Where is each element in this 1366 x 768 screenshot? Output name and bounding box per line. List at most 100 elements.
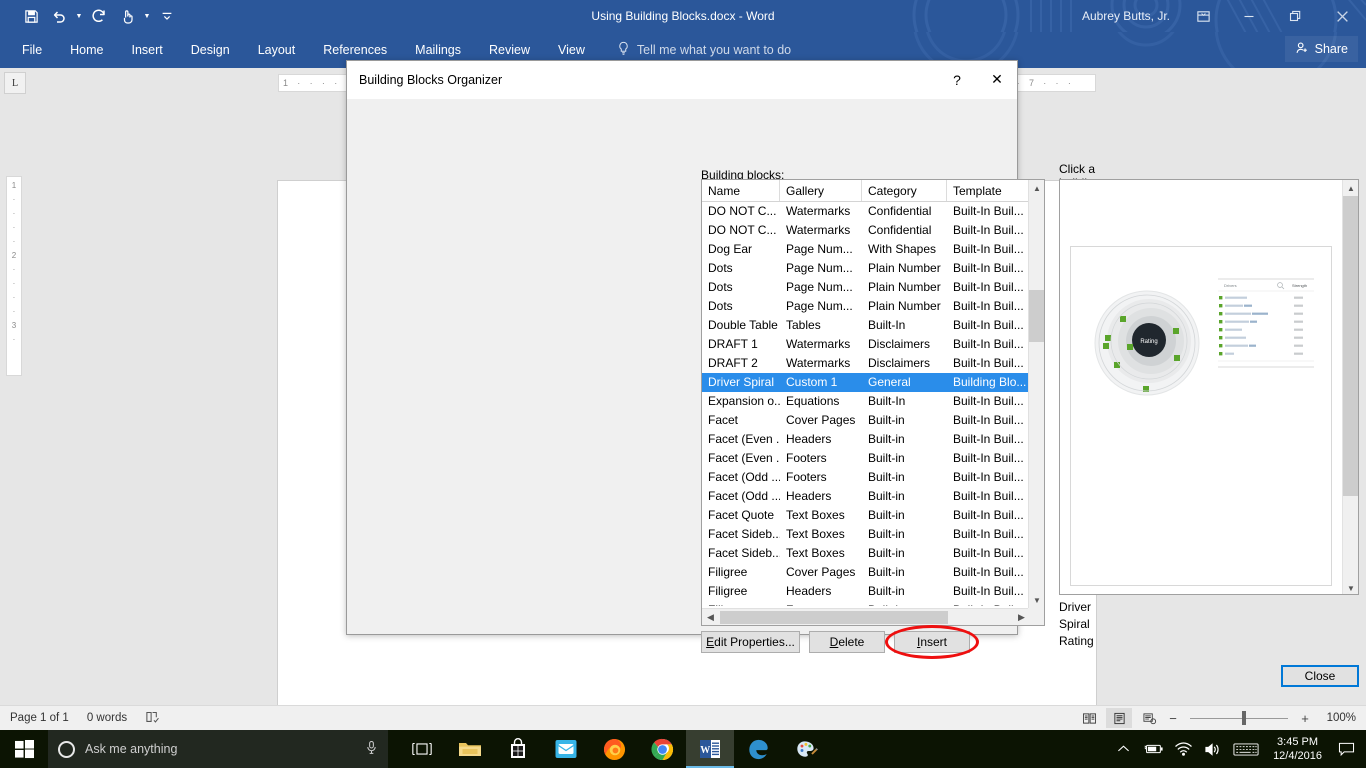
list-vertical-scrollbar[interactable]: ▲ ▼ bbox=[1028, 180, 1044, 608]
table-row[interactable]: Driver SpiralCustom 1GeneralBuilding Blo… bbox=[702, 373, 1044, 392]
table-row[interactable]: DotsPage Num...Plain NumberBuilt-In Buil… bbox=[702, 278, 1044, 297]
word-icon[interactable]: W bbox=[686, 730, 734, 768]
cell-name: Filigree bbox=[702, 563, 780, 582]
taskbar-clock[interactable]: 3:45 PM 12/4/2016 bbox=[1265, 730, 1330, 768]
table-row[interactable]: FiligreeHeadersBuilt-inBuilt-In Buil... bbox=[702, 582, 1044, 601]
zoom-level[interactable]: 100% bbox=[1316, 712, 1356, 724]
cell-template: Built-In Buil... bbox=[947, 411, 1029, 430]
cell-name: DO NOT C... bbox=[702, 202, 780, 221]
cell-template: Built-In Buil... bbox=[947, 354, 1029, 373]
column-header-category[interactable]: Category bbox=[862, 180, 947, 201]
word-status-bar: Page 1 of 1 0 words bbox=[0, 705, 1366, 730]
microsoft-store-icon[interactable] bbox=[494, 730, 542, 768]
list-scroll-thumb[interactable] bbox=[1029, 290, 1045, 342]
scroll-down-icon[interactable]: ▼ bbox=[1029, 592, 1045, 608]
zoom-in-button[interactable]: + bbox=[1298, 711, 1312, 726]
page-indicator[interactable]: Page 1 of 1 bbox=[10, 712, 69, 724]
table-row[interactable]: Facet QuoteText BoxesBuilt-inBuilt-In Bu… bbox=[702, 506, 1044, 525]
volume-icon[interactable] bbox=[1199, 730, 1227, 768]
table-row[interactable]: Facet (Odd ...FootersBuilt-inBuilt-In Bu… bbox=[702, 468, 1044, 487]
column-header-gallery[interactable]: Gallery bbox=[780, 180, 862, 201]
table-row[interactable]: Facet Sideb...Text BoxesBuilt-inBuilt-In… bbox=[702, 525, 1044, 544]
table-row[interactable]: Facet (Even ...FootersBuilt-inBuilt-In B… bbox=[702, 449, 1044, 468]
restore-icon[interactable] bbox=[1272, 0, 1318, 32]
user-account-name[interactable]: Aubrey Butts, Jr. bbox=[1082, 0, 1170, 32]
tell-me-search[interactable]: Tell me what you want to do bbox=[599, 41, 791, 59]
web-layout-view-button[interactable] bbox=[1136, 708, 1162, 728]
table-row[interactable]: Facet Sideb...Text BoxesBuilt-inBuilt-In… bbox=[702, 544, 1044, 563]
ribbon-display-options-icon[interactable] bbox=[1180, 0, 1226, 32]
word-count[interactable]: 0 words bbox=[87, 712, 127, 724]
list-horizontal-scrollbar[interactable]: ◀ ▶ bbox=[702, 608, 1045, 625]
edge-icon[interactable] bbox=[734, 730, 782, 768]
zoom-slider-thumb[interactable] bbox=[1242, 711, 1246, 725]
table-row[interactable]: DO NOT C...WatermarksConfidentialBuilt-I… bbox=[702, 221, 1044, 240]
task-view-icon[interactable] bbox=[398, 730, 446, 768]
table-row[interactable]: Facet (Even ...HeadersBuilt-inBuilt-In B… bbox=[702, 430, 1044, 449]
share-button[interactable]: Share bbox=[1285, 36, 1358, 62]
zoom-out-button[interactable]: − bbox=[1166, 711, 1180, 726]
table-row[interactable]: DO NOT C...WatermarksConfidentialBuilt-I… bbox=[702, 202, 1044, 221]
edit-properties-button[interactable]: Edit Properties... bbox=[701, 631, 800, 653]
zoom-slider[interactable] bbox=[1190, 708, 1288, 728]
preview-scroll-down-icon[interactable]: ▼ bbox=[1343, 580, 1359, 595]
table-row[interactable]: FiligreeFootersBuilt-inBuilt-In Buil... bbox=[702, 601, 1044, 606]
list-hscroll-thumb[interactable] bbox=[720, 611, 948, 624]
table-row[interactable]: DotsPage Num...Plain NumberBuilt-In Buil… bbox=[702, 259, 1044, 278]
vertical-ruler[interactable]: 1 · · · · 2 · · · · 3 · bbox=[6, 176, 22, 376]
cell-template: Built-In Buil... bbox=[947, 240, 1029, 259]
tab-layout[interactable]: Layout bbox=[244, 32, 310, 68]
preview-scroll-up-icon[interactable]: ▲ bbox=[1343, 180, 1359, 196]
cell-name: Facet (Odd ... bbox=[702, 468, 780, 487]
microphone-icon[interactable] bbox=[365, 740, 378, 758]
firefox-icon[interactable] bbox=[590, 730, 638, 768]
tab-insert[interactable]: Insert bbox=[118, 32, 177, 68]
read-mode-view-button[interactable] bbox=[1076, 708, 1102, 728]
print-layout-view-button[interactable] bbox=[1106, 708, 1132, 728]
list-body[interactable]: DO NOT C...WatermarksConfidentialBuilt-I… bbox=[702, 202, 1044, 606]
tab-home[interactable]: Home bbox=[56, 32, 117, 68]
preview-pane[interactable]: Rating bbox=[1059, 179, 1359, 595]
start-button[interactable] bbox=[0, 730, 48, 768]
column-header-name[interactable]: Name bbox=[702, 180, 780, 201]
table-row[interactable]: DRAFT 1WatermarksDisclaimersBuilt-In Bui… bbox=[702, 335, 1044, 354]
dialog-close-button[interactable]: Close bbox=[1281, 665, 1359, 687]
table-row[interactable]: Facet (Odd ...HeadersBuilt-inBuilt-In Bu… bbox=[702, 487, 1044, 506]
show-hidden-icons-chevron[interactable] bbox=[1109, 730, 1137, 768]
tab-file[interactable]: File bbox=[8, 32, 56, 68]
minimize-icon[interactable] bbox=[1226, 0, 1272, 32]
table-row[interactable]: Double TableTablesBuilt-InBuilt-In Buil.… bbox=[702, 316, 1044, 335]
insert-button[interactable]: Insert bbox=[894, 631, 970, 653]
preview-scrollbar[interactable]: ▲ ▼ bbox=[1342, 180, 1358, 595]
file-explorer-icon[interactable] bbox=[446, 730, 494, 768]
action-center-icon[interactable] bbox=[1332, 730, 1360, 768]
help-icon[interactable]: ? bbox=[937, 61, 977, 99]
delete-button[interactable]: Delete bbox=[809, 631, 885, 653]
tab-stop-selector[interactable]: L bbox=[4, 72, 26, 94]
keyboard-icon[interactable] bbox=[1229, 730, 1263, 768]
preview-scroll-thumb[interactable] bbox=[1343, 196, 1359, 496]
scroll-left-icon[interactable]: ◀ bbox=[702, 609, 719, 626]
proofing-errors-icon[interactable] bbox=[145, 710, 161, 727]
dialog-close-icon[interactable]: ✕ bbox=[977, 61, 1017, 99]
chrome-icon[interactable] bbox=[638, 730, 686, 768]
cell-category: Confidential bbox=[862, 202, 947, 221]
building-blocks-list[interactable]: Name Gallery Category Template DO NOT C.… bbox=[701, 179, 1045, 626]
table-row[interactable]: DotsPage Num...Plain NumberBuilt-In Buil… bbox=[702, 297, 1044, 316]
battery-icon[interactable] bbox=[1139, 730, 1167, 768]
mail-icon[interactable] bbox=[542, 730, 590, 768]
table-row[interactable]: FacetCover PagesBuilt-inBuilt-In Buil... bbox=[702, 411, 1044, 430]
table-row[interactable]: FiligreeCover PagesBuilt-inBuilt-In Buil… bbox=[702, 563, 1044, 582]
table-row[interactable]: Dog EarPage Num...With ShapesBuilt-In Bu… bbox=[702, 240, 1044, 259]
scroll-up-icon[interactable]: ▲ bbox=[1029, 180, 1045, 196]
paint-icon[interactable] bbox=[782, 730, 830, 768]
table-row[interactable]: Expansion o...EquationsBuilt-InBuilt-In … bbox=[702, 392, 1044, 411]
cell-category: With Shapes bbox=[862, 240, 947, 259]
cortana-search-box[interactable]: Ask me anything bbox=[48, 730, 388, 768]
tab-design[interactable]: Design bbox=[177, 32, 244, 68]
column-header-template[interactable]: Template bbox=[947, 180, 1029, 201]
close-icon[interactable] bbox=[1318, 0, 1366, 32]
wifi-icon[interactable] bbox=[1169, 730, 1197, 768]
table-row[interactable]: DRAFT 2WatermarksDisclaimersBuilt-In Bui… bbox=[702, 354, 1044, 373]
cell-gallery: Headers bbox=[780, 430, 862, 449]
